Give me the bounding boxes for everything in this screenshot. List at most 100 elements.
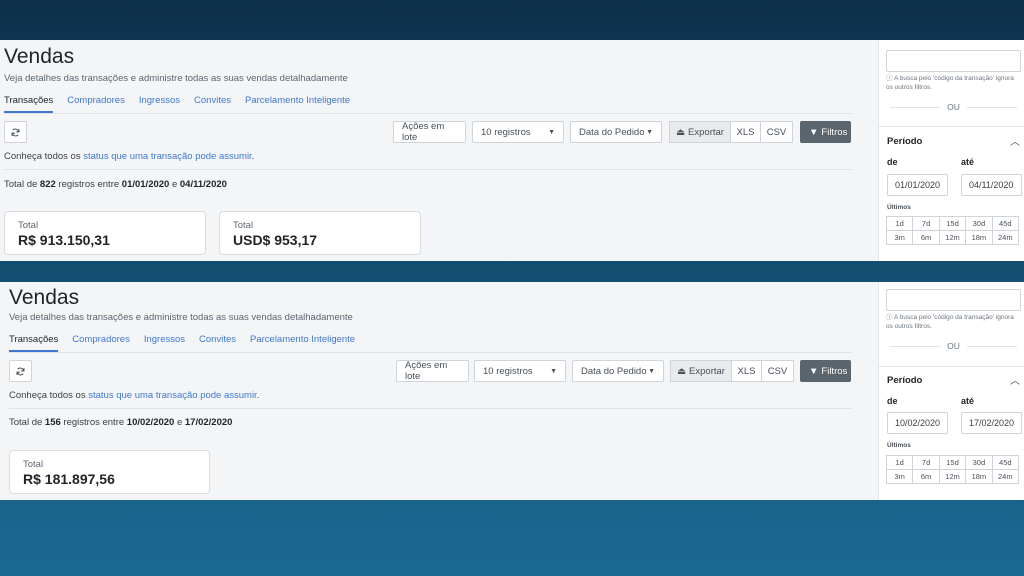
status-info: Conheça todos os status que uma transaçã… [9, 390, 259, 401]
range-12m[interactable]: 12m [938, 469, 967, 484]
range-6m[interactable]: 6m [912, 469, 940, 484]
range-12m[interactable]: 12m [938, 230, 967, 245]
range-18m[interactable]: 18m [965, 469, 993, 484]
tab-convites[interactable]: Convites [199, 334, 236, 352]
status-link[interactable]: status que uma transação pode assumir [83, 151, 251, 162]
bulk-actions-button[interactable]: Ações em lote [393, 121, 466, 143]
range-3m[interactable]: 3m [886, 469, 914, 484]
export-button[interactable]: ⏏ Exportar [669, 121, 731, 143]
tab-compradores[interactable]: Compradores [72, 334, 130, 352]
tab-ingressos[interactable]: Ingressos [139, 95, 180, 113]
tab-bar: Transações Compradores Ingressos Convite… [9, 334, 355, 352]
range-18m[interactable]: 18m [965, 230, 993, 245]
range-1d[interactable]: 1d [886, 455, 914, 470]
filter-icon: ▼ [809, 126, 819, 138]
transaction-code-input[interactable] [886, 50, 1021, 72]
range-45d[interactable]: 45d [991, 216, 1019, 231]
filtros-button[interactable]: ▼ Filtros [800, 360, 851, 382]
status-info-end: . [256, 390, 260, 401]
range-15d[interactable]: 15d [938, 455, 967, 470]
range-45d[interactable]: 45d [991, 455, 1019, 470]
range-30d[interactable]: 30d [965, 216, 993, 231]
tab-compradores[interactable]: Compradores [67, 95, 125, 113]
range-7d[interactable]: 7d [912, 455, 940, 470]
tab-convites[interactable]: Convites [194, 95, 231, 113]
export-icon: ⏏ [677, 365, 687, 377]
page-title: Vendas [4, 45, 75, 68]
total-mid: registros entre [55, 179, 122, 190]
total-card-label: Total [18, 220, 39, 231]
info-divider [9, 408, 852, 409]
cropped-label [887, 40, 997, 45]
range-30d[interactable]: 30d [965, 455, 993, 470]
total-card-brl: Total R$ 181.897,56 [9, 450, 210, 494]
total-and: e [169, 179, 180, 190]
caret-down-icon: ▼ [550, 367, 557, 375]
csv-button[interactable]: CSV [761, 360, 794, 382]
section-divider [879, 366, 1024, 367]
range-15d[interactable]: 15d [938, 216, 967, 231]
bulk-actions-button[interactable]: Ações em lote [396, 360, 469, 382]
csv-button[interactable]: CSV [760, 121, 793, 143]
order-select[interactable]: Data do Pedido ▼ [572, 360, 664, 382]
refresh-button[interactable] [4, 121, 27, 143]
range-grid: 1d 7d 15d 30d 45d 3m 6m 12m 18m 24m [886, 455, 1019, 484]
refresh-button[interactable] [9, 360, 32, 382]
tab-parcelamento[interactable]: Parcelamento Inteligente [250, 334, 355, 352]
tab-parcelamento[interactable]: Parcelamento Inteligente [245, 95, 350, 113]
ultimos-label: Últimos [887, 204, 911, 211]
tab-bar: Transações Compradores Ingressos Convite… [4, 95, 350, 113]
status-link[interactable]: status que uma transação pode assumir [88, 390, 256, 401]
refresh-icon [11, 128, 20, 136]
range-24m[interactable]: 24m [991, 230, 1019, 245]
registros-select[interactable]: 10 registros ▼ [474, 360, 566, 382]
collapse-chevron-icon[interactable]: ︿ [1010, 372, 1020, 387]
ate-label: até [961, 157, 975, 167]
ultimos-label: Últimos [887, 442, 911, 449]
total-prefix: Total de [4, 179, 40, 190]
filter-sidebar: ⓘ A busca pelo 'código da transação' ign… [878, 40, 1024, 261]
tab-transacoes[interactable]: Transações [4, 95, 54, 113]
or-divider: OU [886, 102, 1021, 112]
total-prefix: Total de [9, 417, 45, 428]
tab-ingressos[interactable]: Ingressos [144, 334, 185, 352]
date-to-input[interactable]: 04/11/2020 [961, 174, 1022, 196]
range-7d[interactable]: 7d [912, 216, 940, 231]
screenshot-bottom: Vendas Veja detalhes das transações e ad… [0, 282, 1024, 500]
total-and: e [174, 417, 185, 428]
tab-transacoes[interactable]: Transações [9, 334, 59, 352]
order-select[interactable]: Data do Pedido ▼ [570, 121, 662, 143]
date-from-input[interactable]: 10/02/2020 [887, 412, 948, 434]
de-label: de [887, 157, 898, 167]
range-1d[interactable]: 1d [886, 216, 914, 231]
status-info-end: . [251, 151, 255, 162]
status-info-text: Conheça todos os [4, 151, 84, 162]
filtros-button[interactable]: ▼ Filtros [800, 121, 851, 143]
periodo-heading: Período [887, 375, 923, 386]
caret-down-icon: ▼ [648, 367, 655, 375]
export-icon: ⏏ [676, 126, 686, 138]
status-info-text: Conheça todos os [9, 390, 89, 401]
export-button[interactable]: ⏏ Exportar [670, 360, 732, 382]
registros-select[interactable]: 10 registros ▼ [472, 121, 564, 143]
date-to-input[interactable]: 17/02/2020 [961, 412, 1022, 434]
filtros-label: Filtros [821, 126, 848, 138]
screenshot-top: Vendas Veja detalhes das transações e ad… [0, 40, 1024, 261]
collapse-chevron-icon[interactable]: ︿ [1010, 133, 1020, 148]
search-hint: ⓘ A busca pelo 'código da transação' ign… [886, 314, 1014, 330]
registros-value: 10 registros [483, 365, 533, 377]
transaction-code-input[interactable] [886, 289, 1021, 311]
range-6m[interactable]: 6m [912, 230, 940, 245]
xls-button[interactable]: XLS [730, 121, 761, 143]
status-info: Conheça todos os status que uma transaçã… [4, 151, 254, 162]
date-from-input[interactable]: 01/01/2020 [887, 174, 948, 196]
page-title: Vendas [9, 286, 80, 309]
range-3m[interactable]: 3m [886, 230, 914, 245]
total-end-date: 17/02/2020 [184, 417, 233, 428]
export-label: Exportar [689, 365, 725, 377]
range-24m[interactable]: 24m [991, 469, 1019, 484]
xls-button[interactable]: XLS [731, 360, 762, 382]
total-card-label: Total [23, 459, 44, 470]
tabs-divider [9, 352, 852, 353]
de-label: de [887, 396, 898, 406]
